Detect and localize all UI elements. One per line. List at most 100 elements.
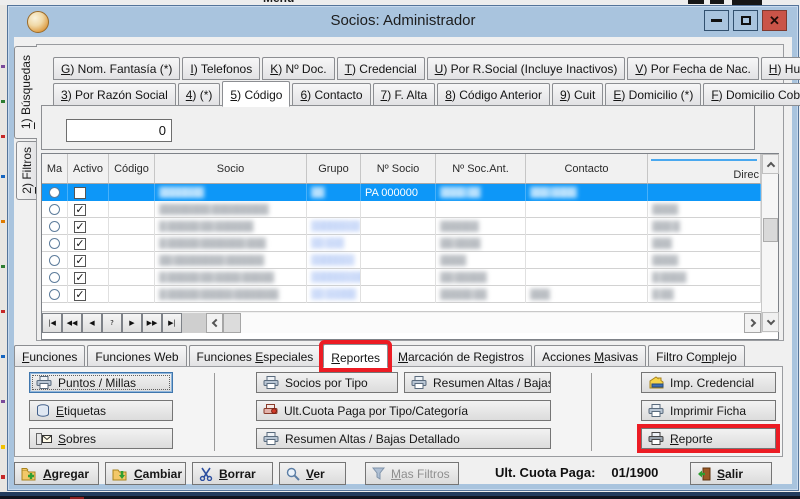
row-radio[interactable] [49,221,60,232]
tab-codigo-anterior[interactable]: 8) Código Anterior [437,83,550,106]
row-radio[interactable] [49,238,60,249]
grid-nav-button[interactable]: ◀◀ [62,313,82,333]
tab-marcacion-registros[interactable]: Marcación de Registros [390,345,532,367]
column-header-nsocant[interactable]: Nº Soc.Ant. [436,154,526,184]
cell-contacto [526,269,648,286]
borrar-button[interactable]: Borrar [192,462,273,485]
row-checkbox[interactable]: ✓ [74,289,86,301]
column-header-activo[interactable]: Activo [68,154,109,184]
chevron-left-icon [211,318,219,326]
table-row[interactable]: ✓▓ ▓▓▓▓▓ ▓▓ ▓▓▓▓ ▓▓▓▓▓▒▒▒▒▒▒▒▒▒▓▓ ▓▓▓▓▓▓… [42,269,761,286]
column-header-nsocio[interactable]: Nº Socio [361,154,436,184]
row-radio[interactable] [49,289,60,300]
imprimir-ficha-button[interactable]: Imprimir Ficha [641,400,776,421]
grid-nav-button[interactable]: ▶▶ [142,313,162,333]
close-icon: ✕ [769,13,780,29]
h-scrollbar-track[interactable] [241,313,744,333]
h-scrollbar-thumb[interactable] [223,313,241,333]
ver-button[interactable]: Ver [279,462,346,485]
h-scrollbar-track-left[interactable] [182,313,206,333]
row-radio[interactable] [49,204,60,215]
salir-button[interactable]: Salir [690,462,772,485]
cell-socio: ▓ ▓▓▓▓▓ ▓▓ ▓▓▓▓▓▓ [155,218,307,235]
tab-telefonos[interactable]: I) Telefonos [182,57,260,80]
cambiar-button[interactable]: Cambiar [105,462,186,485]
row-checkbox[interactable]: ✓ [74,204,86,216]
tab-por-fecha-nac[interactable]: V) Por Fecha de Nac. [627,57,758,80]
table-row[interactable]: ✓▓▓▓▓▓▓▓▓ ▓▓▓▓▓▓▓▓▓▓▓▓▓ [42,201,761,218]
row-checkbox[interactable]: ✓ [74,272,86,284]
grid-nav-button[interactable]: ▶| [162,313,182,333]
v-scroll-down-button[interactable] [762,312,779,332]
side-tab-busquedas[interactable]: 1) Búsquedas [14,46,37,139]
cell-codigo [109,286,155,303]
puntos-millas-button[interactable]: Puntos / Millas [29,372,173,393]
tab-huella-dactilar[interactable]: H) Huella Dactilar [761,57,800,80]
tab-funciones-especiales[interactable]: Funciones Especiales [189,345,322,367]
row-checkbox[interactable]: ✓ [74,238,86,250]
tab-codigo[interactable]: 5) Código [222,81,290,107]
tab-filtro-complejo[interactable]: Filtro Complejo [648,345,745,367]
v-scrollbar[interactable] [761,154,778,333]
tab-cuit[interactable]: 9) Cuit [552,83,603,106]
tab-credencial[interactable]: T) Credencial [337,57,425,80]
column-header-socio[interactable]: Socio [155,154,307,184]
row-radio[interactable] [49,272,60,283]
search-tabs-row1: G) Nom. Fantasía (*) I) Telefonos K) Nº … [53,56,800,80]
maximize-button[interactable] [733,10,758,31]
column-header-grupo[interactable]: Grupo [307,154,361,184]
grid-nav-button[interactable]: ? [102,313,122,333]
ult-cuota-tipo-categoria-button[interactable]: Ult.Cuota Paga por Tipo/Categoría [256,400,551,421]
cell-ma [42,184,68,201]
row-checkbox[interactable]: ✓ [74,255,86,267]
column-header-codigo[interactable]: Código [109,154,155,184]
row-radio[interactable] [49,255,60,266]
side-tab-filtros[interactable]: 2) Filtros [16,141,37,200]
column-header-ma[interactable]: Ma [42,154,68,184]
reporte-button[interactable]: Reporte [641,428,776,449]
minimize-button[interactable] [704,10,729,31]
resumen-altas-bajas-button[interactable]: Resumen Altas / Bajas [404,372,551,393]
row-checkbox[interactable]: ✓ [74,221,86,233]
table-row[interactable]: ✓▓ ▓▓▓▓▓ ▓▓▓▓▓ ▓▓▓▓▓▓▓▒▒ ▒▒▒▒▒▓▓▓▓▓ ▓▓▓▓… [42,286,761,303]
v-scrollbar-thumb[interactable] [763,218,778,242]
column-header-direc[interactable]: Direc [648,154,761,184]
tab-por-rsocial-inactivos[interactable]: U) Por R.Social (Incluye Inactivos) [427,57,626,80]
tab-f-alta[interactable]: 7) F. Alta [373,83,436,106]
table-row[interactable]: ✓▓ ▓▓▓▓▓ ▓▓ ▓▓▓▓▓▓▒▒▒▒▒▒▒▒▓▓▓▓▓▓▓▓▓ ▓ [42,218,761,235]
tab-por-razon-social[interactable]: 3) Por Razón Social [53,83,176,106]
v-scroll-up-button[interactable] [762,154,779,174]
imp-credencial-button[interactable]: Imp. Credencial [641,372,776,393]
column-header-contacto[interactable]: Contacto [526,154,648,184]
grid-nav-button[interactable]: ◀ [82,313,102,333]
h-scroll-left-button[interactable] [206,313,223,333]
resumen-detallado-button[interactable]: Resumen Altas / Bajas Detallado [256,428,551,449]
tab-num-doc[interactable]: K) Nº Doc. [262,57,334,80]
tab-domicilio[interactable]: E) Domicilio (*) [605,83,701,106]
titlebar[interactable]: Socios: Administrador ✕ [9,7,797,37]
table-row[interactable]: ✓▓ ▓▓▓▓▓ ▓▓▓▓▓▓▓ ▓▓▓▒▒ ▒▒▒▓▓ ▓▓▓▓▓▓▓ [42,235,761,252]
chevron-up-icon [766,161,774,169]
etiquetas-button[interactable]: Etiquetas [29,400,173,421]
tab-domicilio-cob[interactable]: F) Domicilio Cob. [703,83,800,106]
table-row[interactable]: ✓▓▓ ▓▓▓▓▓▓▓▓ ▓▓▓▓▓▓▒▒▒▒▒▒▒▓▓▓▓▓▓▓▓ [42,252,761,269]
agregar-button[interactable]: Agregar [14,462,99,485]
h-scroll-right-button[interactable] [744,313,761,333]
row-radio[interactable] [49,187,60,198]
mas-filtros-button[interactable]: Mas Filtros [365,462,459,485]
close-button[interactable]: ✕ [762,10,787,31]
row-checkbox[interactable] [74,187,86,199]
codigo-search-input[interactable] [66,119,172,142]
grid-nav-button[interactable]: ▶ [122,313,142,333]
socios-por-tipo-button[interactable]: Socios por Tipo [256,372,398,393]
tab-nom-fantasia[interactable]: G) Nom. Fantasía (*) [53,57,180,80]
table-row[interactable]: ▓▓▓▓▓▓▓▓▓PA 000000▓▓▓▓ ▓▓▓▓▓ ▓▓▓▓ [42,184,761,201]
tab-acciones-masivas[interactable]: Acciones Masivas [534,345,646,367]
tab-funciones-web[interactable]: Funciones Web [87,345,186,367]
tab-reportes[interactable]: Reportes [323,344,388,368]
tab-contacto[interactable]: 6) Contacto [292,83,370,106]
sobres-button[interactable]: Sobres [29,428,173,449]
tab-asterisco[interactable]: 4) (*) [178,83,221,106]
tab-funciones[interactable]: Funciones [14,345,85,367]
grid-nav-button[interactable]: |◀ [42,313,62,333]
